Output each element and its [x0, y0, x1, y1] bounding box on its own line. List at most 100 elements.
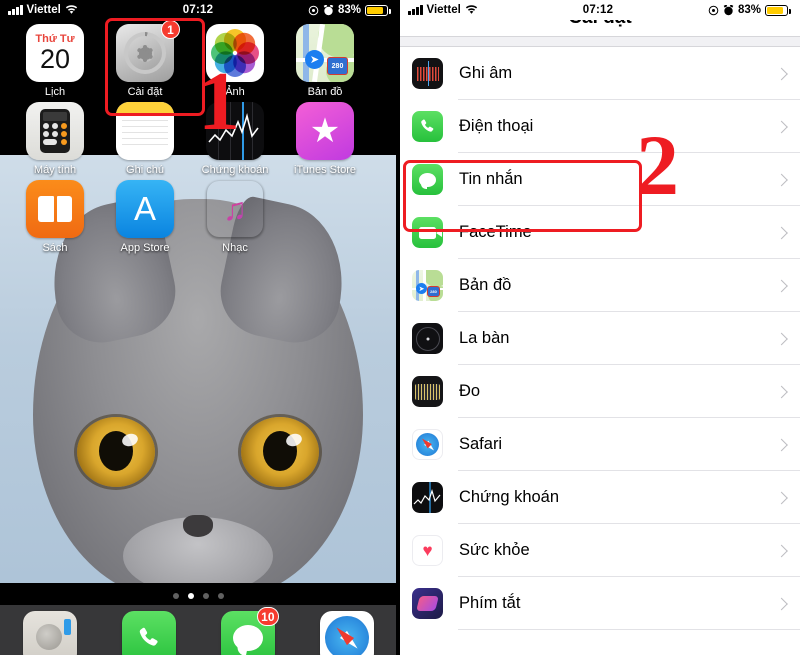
facetime-icon: [412, 217, 443, 248]
settings-row-label: Tin nhắn: [459, 170, 523, 188]
settings-row-shortcuts[interactable]: Phím tắt: [400, 577, 800, 630]
app-row-3: Sách A App Store ♫ Nhạc: [0, 176, 396, 254]
cat-eye-left: [77, 417, 155, 487]
settings-row-facetime[interactable]: FaceTime: [400, 206, 800, 259]
compass-icon: [412, 323, 443, 354]
settings-status-bar: Viettel 07:12 83%: [400, 0, 796, 20]
chevron-right-icon: [775, 226, 788, 239]
app-label: Bản đồ: [307, 86, 343, 98]
dock-icon-safari[interactable]: [319, 611, 374, 655]
itunes-store-icon: ★: [296, 102, 354, 160]
wifi-icon: [65, 5, 77, 14]
chevron-right-icon: [775, 385, 788, 398]
settings-row-label: Sức khỏe: [459, 541, 530, 559]
health-icon: ♥: [412, 535, 443, 566]
carrier-label: Viettel: [426, 4, 461, 16]
settings-row-safari[interactable]: Safari: [400, 418, 800, 471]
shortcuts-icon: [412, 588, 443, 619]
settings-row-phone[interactable]: Điện thoại: [400, 100, 800, 153]
app-label: iTunes Store: [294, 164, 356, 176]
app-icon-maps[interactable]: ➤ 280 Bản đồ: [280, 24, 370, 98]
chevron-right-icon: [775, 491, 788, 504]
settings-row-stocks[interactable]: Chứng khoán: [400, 471, 800, 524]
safari-icon: [319, 611, 374, 655]
page-dot-active[interactable]: [187, 593, 194, 599]
calendar-icon: Thứ Tư 20: [26, 24, 84, 82]
settings-row-health[interactable]: ♥ Sức khỏe: [400, 524, 800, 577]
music-icon: ♫: [206, 180, 264, 238]
calendar-day: 20: [39, 43, 71, 74]
app-label: Chứng khoán: [201, 164, 269, 176]
alarm-clock-icon: [723, 4, 734, 15]
app-label: App Store: [120, 242, 170, 254]
signal-bars-icon: [8, 5, 23, 15]
settings-row-label: FaceTime: [459, 223, 532, 241]
battery-icon: [765, 4, 791, 16]
app-store-icon: A: [116, 180, 174, 238]
rotation-lock-icon: [308, 5, 319, 15]
settings-screen: Viettel 07:12 83% Ghi âm Điện thoại Tin …: [396, 0, 800, 655]
status-time: 07:12: [582, 4, 614, 16]
page-dot[interactable]: [202, 593, 209, 599]
app-label: Ghi chú: [126, 164, 164, 176]
dock-icon-messages[interactable]: 10: [220, 607, 279, 655]
settings-row-label: Bản đồ: [459, 276, 512, 294]
battery-percent: 83%: [337, 4, 361, 16]
settings-row-measure[interactable]: Đo: [400, 365, 800, 418]
app-icon-calendar[interactable]: Thứ Tư 20 Lịch: [10, 24, 100, 98]
rotation-lock-icon: [708, 5, 719, 15]
phone-icon: [121, 611, 176, 655]
settings-row-maps[interactable]: ➤ 280 Bản đồ: [400, 259, 800, 312]
app-icon-notes[interactable]: Ghi chú: [100, 102, 190, 176]
settings-row-label: Điện thoại: [459, 117, 534, 135]
settings-row-voice-memos[interactable]: Ghi âm: [400, 47, 800, 100]
chevron-right-icon: [775, 173, 788, 186]
settings-row-messages[interactable]: Tin nhắn: [400, 153, 800, 206]
app-label: Nhạc: [222, 242, 248, 254]
page-indicator[interactable]: [0, 593, 396, 599]
home-status-bar: Viettel 07:12 83%: [0, 0, 396, 20]
notes-icon: [116, 102, 174, 160]
maps-compass-pin: ➤: [305, 50, 324, 69]
page-dot[interactable]: [217, 593, 224, 599]
messages-badge: 10: [257, 607, 279, 626]
settings-row-label: La bàn: [459, 329, 510, 347]
signal-bars-icon: [408, 5, 423, 15]
tutorial-screenshot: Viettel 07:12 83% Thứ Tư 20 Lịch 1 Cài đ…: [0, 0, 800, 655]
app-label: Sách: [42, 242, 68, 254]
chevron-right-icon: [775, 438, 788, 451]
cat-nose: [183, 515, 213, 537]
calendar-weekday: Thứ Tư: [35, 32, 75, 45]
page-dot[interactable]: [172, 593, 179, 599]
alarm-clock-icon: [323, 4, 334, 15]
settings-row-label: Phím tắt: [459, 594, 521, 612]
list-top-separator: [400, 36, 800, 47]
maps-icon: ➤ 280: [412, 270, 443, 301]
annotation-step-1: 1: [198, 55, 240, 148]
status-time: 07:12: [182, 4, 214, 16]
app-icon-app-store[interactable]: A App Store: [100, 180, 190, 254]
dock-icon-phone[interactable]: [121, 611, 176, 655]
measure-icon: [412, 376, 443, 407]
app-icon-settings[interactable]: 1 Cài đặt: [100, 20, 190, 98]
app-icon-books[interactable]: Sách: [10, 180, 100, 254]
cat-photo: [33, 194, 363, 583]
app-label: Máy tính: [33, 164, 77, 176]
app-label: Cài đặt: [127, 86, 163, 98]
books-icon: [26, 180, 84, 238]
battery-percent: 83%: [737, 4, 761, 16]
phone-icon: [412, 111, 443, 142]
settings-row-compass[interactable]: La bàn: [400, 312, 800, 365]
maps-icon: ➤ 280: [296, 24, 354, 82]
app-icon-calculator[interactable]: Máy tính: [10, 102, 100, 176]
app-icon-itunes-store[interactable]: ★ iTunes Store: [280, 102, 370, 176]
safari-icon: [412, 429, 443, 460]
dock: 10: [0, 605, 396, 655]
app-icon-music[interactable]: ♫ Nhạc: [190, 180, 280, 255]
chevron-right-icon: [775, 544, 788, 557]
app-label: Lịch: [44, 86, 66, 98]
dock-icon-camera[interactable]: [22, 611, 77, 655]
chevron-right-icon: [775, 597, 788, 610]
messages-icon: [412, 164, 443, 195]
maps-shield-label: 280: [327, 57, 348, 75]
